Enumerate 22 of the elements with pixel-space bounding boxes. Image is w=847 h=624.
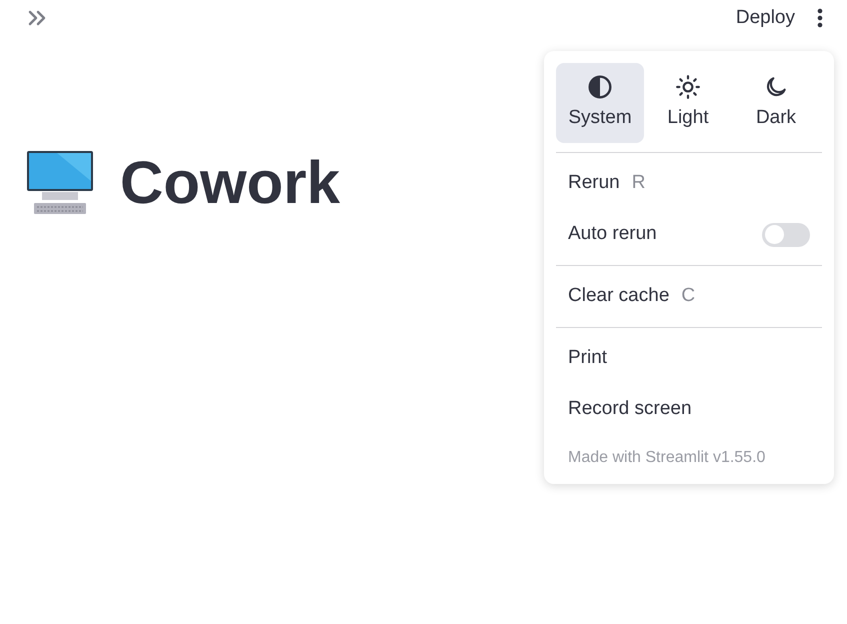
shortcut-key: C bbox=[681, 282, 696, 311]
version-note: Made with Streamlit v1.55.0 bbox=[567, 448, 766, 468]
page-title: Cowork bbox=[120, 153, 340, 213]
menu-item-label: Print bbox=[568, 346, 608, 370]
sun-icon bbox=[675, 74, 701, 100]
more-options-icon[interactable] bbox=[817, 8, 823, 28]
deploy-button[interactable]: Deploy bbox=[736, 4, 795, 32]
menu-item-label: Rerun bbox=[568, 171, 620, 196]
half-circle-icon bbox=[587, 74, 613, 100]
toggle-switch[interactable] bbox=[762, 222, 810, 246]
menu-item-label: Auto rerun bbox=[568, 222, 657, 246]
menu-item[interactable]: Print bbox=[556, 333, 822, 384]
menu-item[interactable]: Clear cache C bbox=[556, 271, 822, 322]
menu-item[interactable]: Rerun R bbox=[556, 158, 822, 209]
shortcut-key: R bbox=[632, 169, 646, 198]
menu-item[interactable]: Record screen bbox=[556, 384, 822, 435]
theme-option[interactable]: System bbox=[556, 63, 644, 143]
menu-item-label: Clear cache bbox=[568, 284, 670, 308]
desktop-computer-icon bbox=[26, 150, 94, 216]
theme-option[interactable]: Light bbox=[644, 63, 732, 143]
menu-item-label: Record screen bbox=[568, 397, 692, 422]
theme-option[interactable]: Dark bbox=[732, 63, 820, 143]
